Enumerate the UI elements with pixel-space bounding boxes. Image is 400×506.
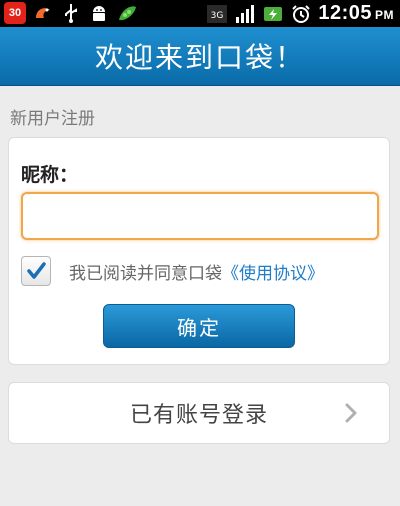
android-debug-icon — [88, 2, 110, 24]
peapod-app-icon[interactable] — [116, 2, 138, 24]
status-clock: 12:05 PM — [318, 2, 394, 25]
usb-icon — [60, 2, 82, 24]
title-bar: 欢迎来到口袋！ — [0, 27, 400, 86]
confirm-button[interactable]: 确定 — [103, 304, 295, 348]
notification-count-badge[interactable]: 30 — [4, 2, 26, 24]
agree-row: 我已阅读并同意口袋 《使用协议》 — [21, 256, 324, 286]
signal-bars-icon — [234, 3, 256, 25]
checkmark-icon — [27, 262, 46, 279]
status-bar-left: 30 — [4, 2, 138, 24]
login-label: 已有账号登录 — [129, 403, 268, 428]
status-bar: 30 3G 12:05 PM — [0, 0, 400, 27]
clock-time: 12:05 — [318, 2, 372, 24]
terms-link[interactable]: 《使用协议》 — [222, 259, 324, 284]
clock-ampm: PM — [375, 8, 394, 22]
chevron-right-icon — [345, 403, 357, 423]
svg-text:3G: 3G — [211, 11, 224, 21]
register-section-label: 新用户注册 — [10, 109, 95, 129]
alarm-clock-icon — [290, 3, 312, 25]
nickname-label: 昵称： — [21, 164, 79, 186]
register-card: 昵称： 我已阅读并同意口袋 《使用协议》 确定 — [8, 137, 390, 365]
page-title: 欢迎来到口袋！ — [94, 41, 305, 74]
battery-charging-icon — [262, 3, 284, 25]
status-bar-right: 3G 12:05 PM — [206, 2, 394, 25]
screen: 30 3G 12:05 PM 欢迎来到口袋！ 新用户注册 昵称： 我已阅读并同意… — [0, 0, 400, 506]
agree-checkbox[interactable] — [21, 256, 51, 286]
3g-signal-icon: 3G — [206, 3, 228, 25]
agree-text: 我已阅读并同意口袋 — [69, 263, 222, 284]
nickname-input[interactable] — [21, 192, 379, 240]
shrimp-app-icon[interactable] — [32, 2, 54, 24]
existing-account-login-button[interactable]: 已有账号登录 — [8, 382, 390, 444]
